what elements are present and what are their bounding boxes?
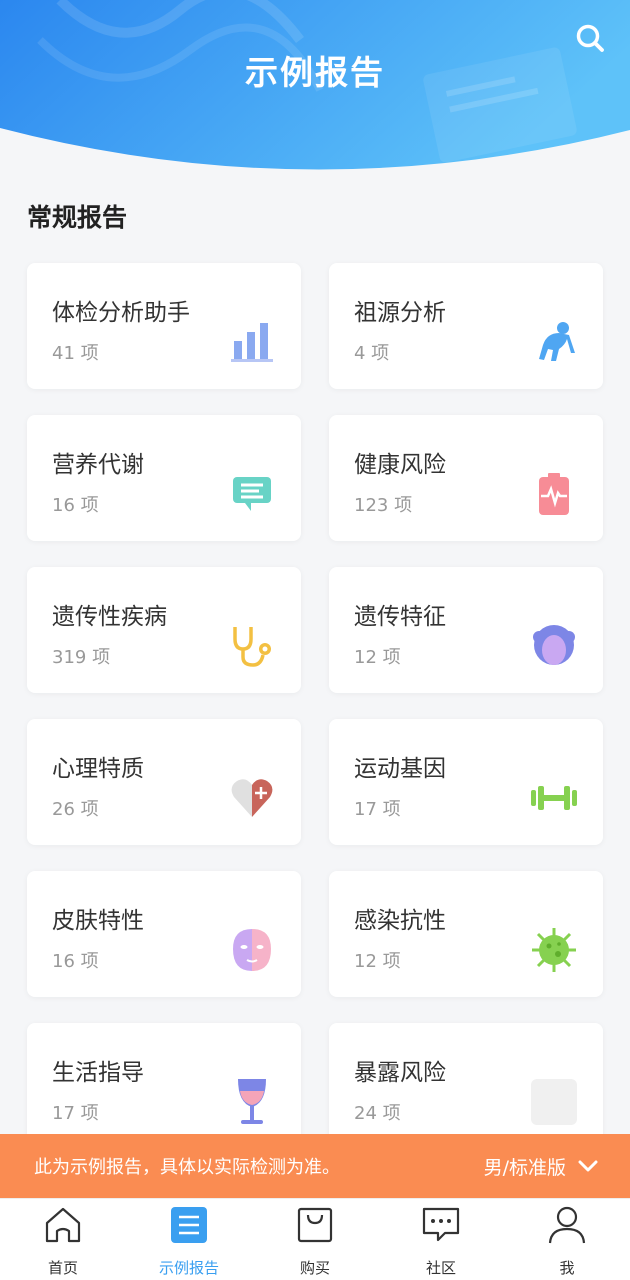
report-card[interactable]: 遗传性疾病 319 项 xyxy=(27,567,301,693)
report-card[interactable]: 皮肤特性 16 项 xyxy=(27,871,301,997)
tab-buy[interactable]: 购买 xyxy=(252,1199,378,1280)
card-count: 17 项 xyxy=(354,799,401,820)
report-card[interactable]: 遗传特征 12 项 xyxy=(329,567,603,693)
chevron-down-icon[interactable] xyxy=(578,1159,598,1173)
heart-plus-icon xyxy=(227,773,277,823)
notice-text: 此为示例报告，具体以实际检测为准。 xyxy=(34,1157,340,1178)
user-icon xyxy=(545,1203,589,1247)
report-card[interactable]: 感染抗性 12 项 xyxy=(329,871,603,997)
shopping-bag-icon xyxy=(293,1203,337,1247)
wine-glass-icon xyxy=(227,1077,277,1127)
report-card[interactable]: 体检分析助手 41 项 xyxy=(27,263,301,389)
ape-icon xyxy=(529,317,579,367)
card-title: 祖源分析 xyxy=(354,300,446,326)
tab-community[interactable]: 社区 xyxy=(378,1199,504,1280)
message-icon xyxy=(419,1203,463,1247)
curly-hair-face-icon xyxy=(529,621,579,671)
dumbbell-icon xyxy=(529,773,579,823)
card-count: 4 项 xyxy=(354,343,390,364)
report-list-icon xyxy=(167,1203,211,1247)
virus-icon xyxy=(529,925,579,975)
card-title: 暴露风险 xyxy=(354,1060,446,1086)
card-title: 皮肤特性 xyxy=(52,908,144,934)
tab-label: 社区 xyxy=(425,1259,456,1277)
card-title: 心理特质 xyxy=(52,756,144,782)
report-card[interactable]: 生活指导 17 项 xyxy=(27,1023,301,1149)
face-mask-icon xyxy=(227,925,277,975)
card-title: 运动基因 xyxy=(354,756,446,782)
card-title: 体检分析助手 xyxy=(52,300,190,326)
card-title: 生活指导 xyxy=(52,1060,144,1086)
tab-sample-report[interactable]: 示例报告 xyxy=(126,1199,252,1280)
card-title: 遗传性疾病 xyxy=(52,604,167,630)
report-card[interactable]: 运动基因 17 项 xyxy=(329,719,603,845)
card-title: 遗传特征 xyxy=(354,604,446,630)
card-title: 感染抗性 xyxy=(354,908,446,934)
bar-chart-icon xyxy=(227,317,277,367)
card-count: 12 项 xyxy=(354,647,401,668)
card-count: 319 项 xyxy=(52,647,111,668)
card-count: 123 项 xyxy=(354,495,413,516)
bottom-tab-bar: 首页 示例报告 购买 社区 我 xyxy=(0,1198,630,1280)
chat-bubble-icon xyxy=(227,469,277,519)
card-count: 17 项 xyxy=(52,1103,99,1124)
report-card[interactable]: 营养代谢 16 项 xyxy=(27,415,301,541)
version-selector[interactable]: 男/标准版 xyxy=(484,1153,566,1180)
card-count: 24 项 xyxy=(354,1103,401,1124)
section-title: 常规报告 xyxy=(27,203,128,232)
heartbeat-battery-icon xyxy=(529,469,579,519)
card-count: 12 项 xyxy=(354,951,401,972)
tab-me[interactable]: 我 xyxy=(504,1199,630,1280)
page-title: 示例报告 xyxy=(245,53,385,92)
tab-label: 购买 xyxy=(299,1259,330,1277)
home-icon xyxy=(41,1203,85,1247)
search-button[interactable] xyxy=(572,20,608,56)
report-card[interactable]: 祖源分析 4 项 xyxy=(329,263,603,389)
report-card[interactable]: 暴露风险 24 项 xyxy=(329,1023,603,1149)
tab-label: 首页 xyxy=(47,1259,78,1277)
report-card[interactable]: 健康风险 123 项 xyxy=(329,415,603,541)
card-count: 16 项 xyxy=(52,495,99,516)
search-icon xyxy=(576,24,604,52)
tab-label: 示例报告 xyxy=(158,1259,219,1277)
placeholder-icon xyxy=(529,1077,579,1127)
card-title: 营养代谢 xyxy=(52,452,144,478)
tab-label: 我 xyxy=(559,1259,575,1277)
tab-home[interactable]: 首页 xyxy=(0,1199,126,1280)
card-count: 26 项 xyxy=(52,799,99,820)
stethoscope-icon xyxy=(227,621,277,671)
sample-notice-bar[interactable]: 此为示例报告，具体以实际检测为准。 男/标准版 xyxy=(0,1134,630,1198)
header-banner: 示例报告 xyxy=(0,0,630,180)
report-grid: 体检分析助手 41 项 祖源分析 4 项 营养代谢 16 项 健康风险 123 … xyxy=(27,263,603,1149)
card-count: 16 项 xyxy=(52,951,99,972)
report-card[interactable]: 心理特质 26 项 xyxy=(27,719,301,845)
card-count: 41 项 xyxy=(52,343,99,364)
card-title: 健康风险 xyxy=(354,452,446,478)
